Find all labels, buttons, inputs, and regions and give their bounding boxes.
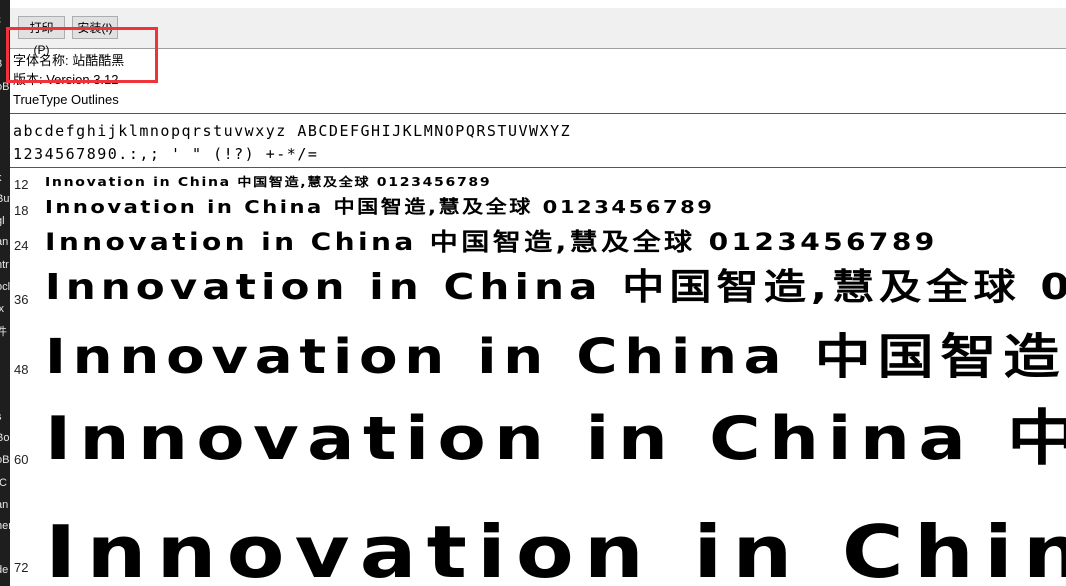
strip-fragment: k [0,172,2,184]
toolbar: 打印(P) 安装(I) [10,8,1066,57]
strip-fragment: Bo [0,432,10,444]
charset-digits-symbols: 1234567890.:,; ' " (!?) +-*/= [13,145,319,163]
font-outline-line: TrueType Outlines [13,92,119,107]
strip-fragment: ntr [0,259,9,271]
divider [10,113,1066,114]
strip-fragment: 3 [0,58,2,70]
strip-fragment: ner [0,520,10,532]
size-label: 18 [14,203,29,218]
sample-text-preview: Innovation in China 中国智造,慧及全球 0123456789 [45,329,1066,385]
strip-fragment: 件 [0,326,7,338]
size-label: 36 [14,292,29,307]
strip-fragment: oB [0,81,10,93]
sample-text-preview: Innovation in China 中国智造,慧及全球 0123456789 [45,175,492,189]
print-button[interactable]: 打印(P) [18,16,65,57]
background-window-strip: ε 3 oB k But gl an ntr ocl ix 件 s Bo oB … [0,0,10,586]
size-label: 60 [14,452,29,467]
strip-fragment: tC [0,477,7,489]
sample-text-preview: Innovation in China 中国智造,慧及全球 0123456789 [45,228,938,256]
sample-text-preview: Innovation in China 中国智造,慧及全球 0123456789 [45,267,1066,308]
size-label: 72 [14,560,29,575]
sample-text-preview: Innovation in China 中国智造,慧及全球 0123456789 [45,510,1066,586]
strip-fragment: ix [0,303,4,315]
size-label: 24 [14,238,29,253]
font-name-line: 字体名称: 站酷酷黑 [13,53,125,68]
font-preview-window: 打印(P) 安装(I) 字体名称: 站酷酷黑 版本: Version 3.12 … [10,0,1066,586]
strip-fragment: an [0,236,9,248]
strip-fragment: de [0,564,9,576]
strip-fragment: gl [0,215,5,227]
strip-fragment: oB [0,454,10,466]
strip-fragment: an [0,499,9,511]
size-label: 12 [14,177,29,192]
sample-text-preview: Innovation in China 中国智造,慧及全球 0123456789 [45,197,715,218]
strip-fragment: ocl [0,281,10,293]
install-button[interactable]: 安装(I) [72,16,118,39]
sample-text-preview: Innovation in China 中国智造,慧及全球 0123456789 [45,404,1066,474]
strip-fragment: s [0,411,2,423]
strip-fragment: But [0,193,10,205]
size-label: 48 [14,362,29,377]
divider [10,167,1066,168]
strip-fragment: ε [0,14,1,26]
font-version-line: 版本: Version 3.12 [13,72,119,87]
charset-letters: abcdefghijklmnopqrstuvwxyz ABCDEFGHIJKLM… [13,122,572,140]
